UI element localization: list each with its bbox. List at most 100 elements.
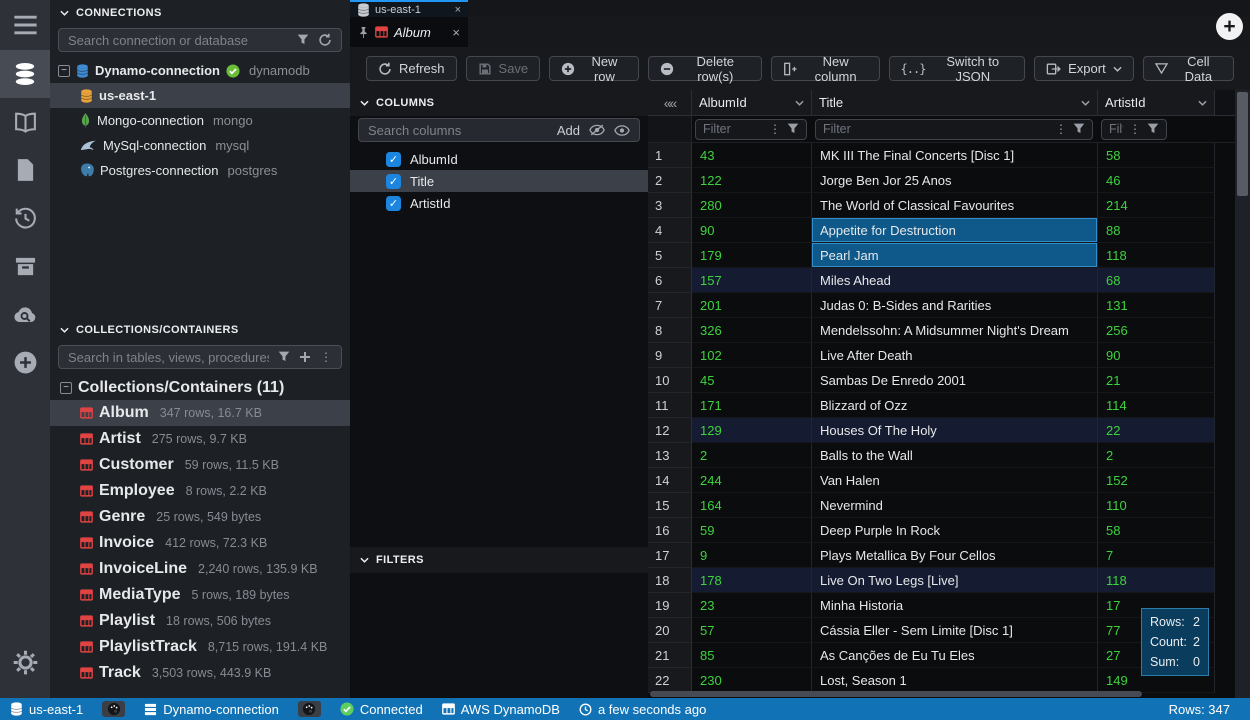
cell-artistid[interactable]: 90 <box>1098 343 1215 368</box>
row-number[interactable]: 9 <box>648 343 692 368</box>
cell-albumid[interactable]: 122 <box>692 168 812 193</box>
toolbar-delete-row-s-button[interactable]: Delete row(s) <box>648 56 762 81</box>
statusbar-a-few-seconds-ago[interactable]: a few seconds ago <box>579 702 706 717</box>
vertical-scrollbar[interactable] <box>1235 90 1250 698</box>
activitybar-hamburger-menu[interactable] <box>0 0 50 50</box>
column-toggle-title[interactable]: ✓Title <box>350 170 648 192</box>
toolbar-refresh-button[interactable]: Refresh <box>366 56 457 81</box>
collapse-expander-icon[interactable]: − <box>58 65 70 77</box>
activitybar-book[interactable] <box>0 98 50 146</box>
cell-title[interactable]: Pearl Jam <box>812 243 1098 268</box>
statusbar-dynamo-connection[interactable]: Dynamo-connection <box>144 702 279 717</box>
filter-input-albumid[interactable]: Filter⋮ <box>695 119 807 140</box>
statusbar-connected[interactable]: Connected <box>340 702 423 717</box>
cell-albumid[interactable]: 90 <box>692 218 812 243</box>
tab-album[interactable]: Album × <box>350 17 468 47</box>
cell-artistid[interactable]: 256 <box>1098 318 1215 343</box>
column-header-artistid[interactable]: ArtistId <box>1098 90 1215 116</box>
connections-section-header[interactable]: CONNECTIONS <box>50 0 350 26</box>
collection-album[interactable]: Album347 rows, 16.7 KB <box>50 400 350 426</box>
connection-postgres-connection[interactable]: Postgres-connectionpostgres <box>50 158 350 183</box>
cell-albumid[interactable]: 23 <box>692 593 812 618</box>
collection-track[interactable]: Track3,503 rows, 443.9 KB <box>50 660 350 686</box>
add-column-button[interactable]: Add <box>557 123 580 138</box>
cell-artistid[interactable]: 110 <box>1098 493 1215 518</box>
kebab-menu-icon[interactable]: ⋮ <box>1055 122 1067 136</box>
close-icon[interactable]: × <box>455 4 461 16</box>
cell-title[interactable]: Houses Of The Holy <box>812 418 1098 443</box>
cell-title[interactable]: Lost, Season 1 <box>812 668 1098 693</box>
connection-dynamo-connection[interactable]: −Dynamo-connectiondynamodb <box>50 58 350 83</box>
cell-albumid[interactable]: 178 <box>692 568 812 593</box>
row-number[interactable]: 18 <box>648 568 692 593</box>
eye-off-icon[interactable] <box>589 124 605 136</box>
columns-search-input[interactable]: Search columns Add <box>358 118 640 142</box>
collection-employee[interactable]: Employee8 rows, 2.2 KB <box>50 478 350 504</box>
filter-icon[interactable] <box>1147 123 1159 135</box>
cell-artistid[interactable]: 88 <box>1098 218 1215 243</box>
filter-input-artistid[interactable]: Filter⋮ <box>1101 119 1167 140</box>
activitybar-plus-circle[interactable] <box>0 338 50 386</box>
cell-albumid[interactable]: 244 <box>692 468 812 493</box>
connection-mongo-connection[interactable]: Mongo-connectionmongo <box>50 108 350 133</box>
columns-section-header[interactable]: COLUMNS <box>350 90 648 116</box>
collection-mediatype[interactable]: MediaType5 rows, 189 bytes <box>50 582 350 608</box>
checkbox-checked-icon[interactable]: ✓ <box>386 174 401 189</box>
add-icon[interactable] <box>299 351 311 363</box>
close-icon[interactable]: × <box>452 25 460 40</box>
cell-artistid[interactable]: 68 <box>1098 268 1215 293</box>
cell-albumid[interactable]: 157 <box>692 268 812 293</box>
row-number[interactable]: 5 <box>648 243 692 268</box>
row-number[interactable]: 1 <box>648 143 692 168</box>
filters-section-header[interactable]: FILTERS <box>350 547 648 573</box>
cell-title[interactable]: Balls to the Wall <box>812 443 1098 468</box>
collection-artist[interactable]: Artist275 rows, 9.7 KB <box>50 426 350 452</box>
toolbar-new-column-button[interactable]: New column <box>771 56 880 81</box>
collections-search-input[interactable]: Search in tables, views, procedures ⋮ <box>58 345 342 369</box>
cell-title[interactable]: Live On Two Legs [Live] <box>812 568 1098 593</box>
activitybar-file[interactable] <box>0 146 50 194</box>
row-number[interactable]: 8 <box>648 318 692 343</box>
column-toggle-albumid[interactable]: ✓AlbumId <box>350 148 648 170</box>
cell-albumid[interactable]: 85 <box>692 643 812 668</box>
kebab-menu-icon[interactable]: ⋮ <box>1129 122 1141 136</box>
cell-title[interactable]: Miles Ahead <box>812 268 1098 293</box>
toolbar-save-button[interactable]: Save <box>466 56 541 81</box>
connection-mysql-connection[interactable]: MySql-connectionmysql <box>50 133 350 158</box>
cell-artistid[interactable]: 46 <box>1098 168 1215 193</box>
cell-artistid[interactable]: 2 <box>1098 443 1215 468</box>
cell-title[interactable]: Sambas De Enredo 2001 <box>812 368 1098 393</box>
cell-title[interactable]: Minha Historia <box>812 593 1098 618</box>
activitybar-cloud-search[interactable] <box>0 290 50 338</box>
row-number[interactable]: 20 <box>648 618 692 643</box>
cell-albumid[interactable]: 164 <box>692 493 812 518</box>
cell-artistid[interactable]: 58 <box>1098 143 1215 168</box>
collapse-columns-button[interactable]: «« <box>648 90 692 116</box>
cell-albumid[interactable]: 326 <box>692 318 812 343</box>
row-number[interactable]: 17 <box>648 543 692 568</box>
row-number[interactable]: 21 <box>648 643 692 668</box>
cell-albumid[interactable]: 45 <box>692 368 812 393</box>
cell-title[interactable]: Plays Metallica By Four Cellos <box>812 543 1098 568</box>
toolbar-cell-data-button[interactable]: Cell Data <box>1143 56 1234 81</box>
filter-input-title[interactable]: Filter⋮ <box>815 119 1093 140</box>
cell-artistid[interactable]: 152 <box>1098 468 1215 493</box>
cell-albumid[interactable]: 2 <box>692 443 812 468</box>
refresh-icon[interactable] <box>318 33 332 47</box>
cell-artistid[interactable]: 21 <box>1098 368 1215 393</box>
collapse-expander-icon[interactable]: − <box>60 382 72 394</box>
cell-albumid[interactable]: 102 <box>692 343 812 368</box>
collection-playlisttrack[interactable]: PlaylistTrack8,715 rows, 191.4 KB <box>50 634 350 660</box>
column-header-albumid[interactable]: AlbumId <box>692 90 812 116</box>
cell-title[interactable]: Nevermind <box>812 493 1098 518</box>
row-number[interactable]: 14 <box>648 468 692 493</box>
statusbar-aws-dynamodb[interactable]: AWS DynamoDB <box>442 702 560 717</box>
column-header-title[interactable]: Title <box>812 90 1098 116</box>
settings-button[interactable] <box>0 638 50 686</box>
theme-color-button[interactable] <box>102 701 125 717</box>
kebab-menu-icon[interactable]: ⋮ <box>769 122 781 136</box>
cell-title[interactable]: MK III The Final Concerts [Disc 1] <box>812 143 1098 168</box>
filter-icon[interactable] <box>278 351 290 363</box>
cell-artistid[interactable]: 114 <box>1098 393 1215 418</box>
collection-playlist[interactable]: Playlist18 rows, 506 bytes <box>50 608 350 634</box>
